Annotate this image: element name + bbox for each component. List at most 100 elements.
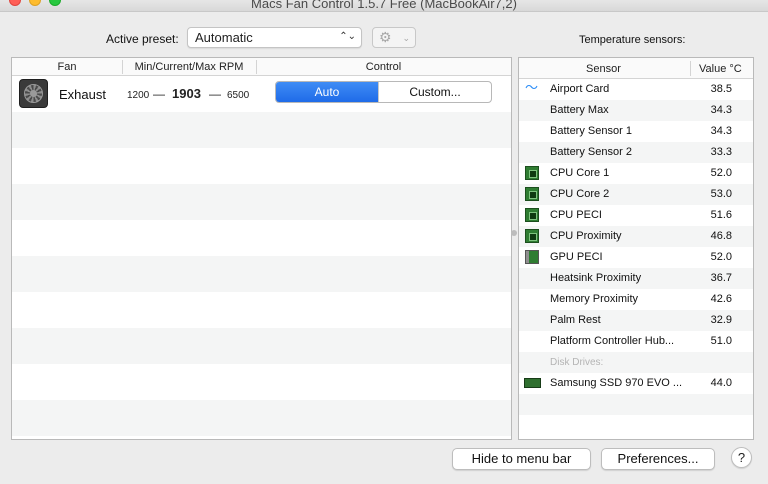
- empty-row: [12, 256, 511, 292]
- gpu-card-icon: [525, 250, 539, 264]
- title-bar: Macs Fan Control 1.5.7 Free (MacBookAir7…: [0, 0, 768, 12]
- sensor-row[interactable]: Battery Sensor 1 34.3: [519, 121, 753, 142]
- fan-current-rpm: 1903: [172, 86, 201, 101]
- sensor-rows: ～ Airport Card 38.5 Battery Max 34.3 Bat…: [519, 79, 753, 436]
- fan-rows: Exhaust 1200 — 1903 — 6500 Auto Custom..…: [12, 76, 511, 439]
- sensor-value: 53.0: [710, 188, 732, 200]
- empty-row: [519, 394, 753, 415]
- preferences-button[interactable]: Preferences...: [601, 448, 715, 470]
- sensor-row[interactable]: Battery Sensor 2 33.3: [519, 142, 753, 163]
- cpu-chip-icon: [525, 208, 539, 222]
- sensor-name: CPU PECI: [550, 209, 602, 221]
- rpm-column-header[interactable]: Min/Current/Max RPM: [122, 61, 256, 73]
- hide-to-menu-bar-button[interactable]: Hide to menu bar: [452, 448, 591, 470]
- auto-control-button[interactable]: Auto: [276, 82, 378, 102]
- sensor-row[interactable]: CPU PECI 51.6: [519, 205, 753, 226]
- sensor-group-header: Disk Drives:: [519, 352, 753, 373]
- custom-control-button[interactable]: Custom...: [378, 82, 491, 102]
- sensor-name: Samsung SSD 970 EVO ...: [550, 377, 683, 389]
- sensor-name: CPU Core 1: [550, 167, 610, 179]
- wifi-icon: ～: [525, 80, 539, 95]
- sensor-row[interactable]: GPU PECI 52.0: [519, 247, 753, 268]
- sensor-name: Battery Sensor 2: [550, 146, 632, 158]
- disk-drives-group-label: Disk Drives:: [550, 357, 604, 368]
- cpu-chip-icon: [525, 166, 539, 180]
- control-column-header[interactable]: Control: [256, 61, 511, 73]
- cpu-chip-icon: [525, 187, 539, 201]
- sensor-name: Airport Card: [550, 83, 610, 95]
- window-title: Macs Fan Control 1.5.7 Free (MacBookAir7…: [251, 0, 517, 11]
- sensor-name: Battery Max: [550, 104, 609, 116]
- fan-icon: [19, 79, 48, 108]
- sensor-row[interactable]: Platform Controller Hub... 51.0: [519, 331, 753, 352]
- sensor-value: 46.8: [710, 230, 732, 242]
- chevron-updown-icon: ⌃⌄: [339, 31, 356, 42]
- help-button[interactable]: ?: [731, 447, 752, 468]
- sensor-name: Battery Sensor 1: [550, 125, 632, 137]
- app-window: Macs Fan Control 1.5.7 Free (MacBookAir7…: [0, 0, 768, 484]
- fan-min-rpm: 1200: [127, 90, 150, 101]
- empty-row: [12, 328, 511, 364]
- sensor-table: Sensor Value °C ～ Airport Card 38.5 Batt…: [518, 57, 754, 440]
- fan-column-header[interactable]: Fan: [12, 61, 122, 73]
- active-preset-value: Automatic: [195, 30, 253, 45]
- sensor-row[interactable]: Battery Max 34.3: [519, 100, 753, 121]
- gear-icon: ⚙: [379, 29, 392, 45]
- sensor-name: CPU Core 2: [550, 188, 610, 200]
- empty-row: [12, 148, 511, 184]
- sensor-value: 42.6: [710, 293, 732, 305]
- empty-row: [12, 436, 511, 439]
- sensor-value: 52.0: [710, 167, 732, 179]
- sensor-table-header: Sensor Value °C: [519, 58, 753, 79]
- chevron-down-icon: ⌄: [402, 33, 410, 43]
- sensor-row[interactable]: Heatsink Proximity 36.7: [519, 268, 753, 289]
- column-separator: [690, 61, 691, 76]
- value-column-header[interactable]: Value °C: [699, 63, 742, 75]
- sensor-row[interactable]: Memory Proximity 42.6: [519, 289, 753, 310]
- cpu-chip-icon: [525, 229, 539, 243]
- sensor-name: GPU PECI: [550, 251, 603, 263]
- empty-row: [12, 112, 511, 148]
- empty-row: [519, 415, 753, 436]
- sensor-row[interactable]: Palm Rest 32.9: [519, 310, 753, 331]
- empty-row: [12, 364, 511, 400]
- preset-gear-menu-button[interactable]: ⚙ ⌄: [372, 27, 416, 48]
- empty-row: [12, 400, 511, 436]
- sensor-value: 33.3: [710, 146, 732, 158]
- sensor-column-header[interactable]: Sensor: [586, 63, 621, 75]
- sensor-name: CPU Proximity: [550, 230, 622, 242]
- sensor-row[interactable]: Samsung SSD 970 EVO ... 44.0: [519, 373, 753, 394]
- active-preset-label: Active preset:: [106, 32, 179, 46]
- split-view-divider-handle[interactable]: [511, 230, 517, 236]
- rpm-separator: —: [209, 87, 221, 101]
- temperature-sensors-heading: Temperature sensors:: [579, 34, 686, 46]
- ssd-icon: [524, 378, 541, 388]
- fan-control-segmented: Auto Custom...: [275, 81, 492, 103]
- sensor-value: 36.7: [710, 272, 732, 284]
- sensor-value: 38.5: [710, 83, 732, 95]
- sensor-row[interactable]: ～ Airport Card 38.5: [519, 79, 753, 100]
- sensor-value: 34.3: [710, 125, 732, 137]
- sensor-row[interactable]: CPU Core 2 53.0: [519, 184, 753, 205]
- sensor-name: Memory Proximity: [550, 293, 639, 305]
- sensor-row[interactable]: CPU Proximity 46.8: [519, 226, 753, 247]
- fan-table: Fan Min/Current/Max RPM Control Exhaust …: [11, 57, 512, 440]
- sensor-value: 32.9: [710, 314, 732, 326]
- fan-max-rpm: 6500: [227, 90, 250, 101]
- sensor-value: 34.3: [710, 104, 732, 116]
- empty-row: [12, 220, 511, 256]
- sensor-value: 51.6: [710, 209, 732, 221]
- empty-row: [12, 184, 511, 220]
- sensor-name: Heatsink Proximity: [550, 272, 642, 284]
- sensor-row[interactable]: CPU Core 1 52.0: [519, 163, 753, 184]
- sensor-value: 52.0: [710, 251, 732, 263]
- active-preset-select[interactable]: Automatic ⌃⌄: [187, 27, 362, 48]
- sensor-name: Palm Rest: [550, 314, 601, 326]
- fan-row-exhaust[interactable]: Exhaust 1200 — 1903 — 6500 Auto Custom..…: [12, 76, 511, 112]
- fan-table-header: Fan Min/Current/Max RPM Control: [12, 58, 511, 76]
- sensor-name: Platform Controller Hub...: [550, 335, 675, 347]
- sensor-value: 44.0: [710, 377, 732, 389]
- rpm-separator: —: [153, 87, 165, 101]
- empty-row: [12, 292, 511, 328]
- fan-name: Exhaust: [59, 87, 106, 102]
